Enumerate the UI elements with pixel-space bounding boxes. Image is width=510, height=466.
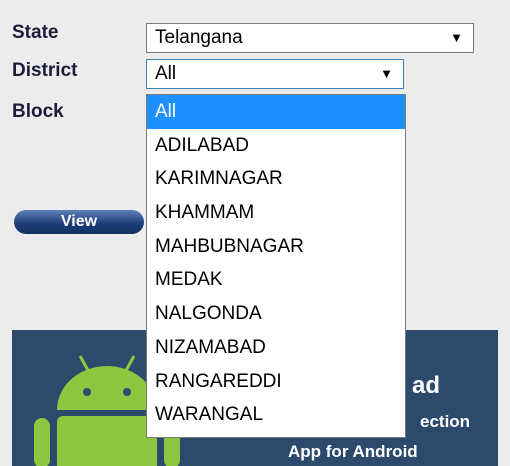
chevron-down-icon: ▼ bbox=[450, 30, 463, 45]
dropdown-option[interactable]: WARANGAL bbox=[147, 398, 405, 432]
district-select-value: All bbox=[155, 63, 177, 84]
view-button[interactable]: View bbox=[14, 210, 144, 234]
state-label: State bbox=[12, 22, 59, 43]
banner-subtitle: ection bbox=[420, 412, 471, 431]
state-select[interactable]: Telangana ▼ bbox=[146, 23, 474, 53]
district-select[interactable]: All ▼ bbox=[146, 59, 404, 89]
dropdown-option[interactable]: RANGAREDDI bbox=[147, 365, 405, 399]
dropdown-option[interactable]: NIZAMABAD bbox=[147, 331, 405, 365]
filter-panel: State District Block Telangana ▼ All ▼ V… bbox=[0, 0, 510, 466]
chevron-down-icon: ▼ bbox=[380, 66, 393, 81]
dropdown-option[interactable]: All bbox=[147, 95, 405, 129]
block-label: Block bbox=[12, 101, 64, 122]
district-dropdown-list[interactable]: All ADILABAD KARIMNAGAR KHAMMAM MAHBUBNA… bbox=[146, 94, 406, 438]
banner-subtitle-2: App for Android bbox=[288, 442, 418, 461]
state-select-value: Telangana bbox=[155, 27, 243, 48]
dropdown-option[interactable]: KHAMMAM bbox=[147, 196, 405, 230]
dropdown-option[interactable]: MEDAK bbox=[147, 263, 405, 297]
district-label: District bbox=[12, 60, 78, 81]
dropdown-option[interactable]: NALGONDA bbox=[147, 297, 405, 331]
dropdown-option[interactable]: KARIMNAGAR bbox=[147, 162, 405, 196]
banner-title: ad bbox=[412, 372, 441, 399]
dropdown-option[interactable]: ADILABAD bbox=[147, 129, 405, 163]
dropdown-option[interactable]: MAHBUBNAGAR bbox=[147, 230, 405, 264]
